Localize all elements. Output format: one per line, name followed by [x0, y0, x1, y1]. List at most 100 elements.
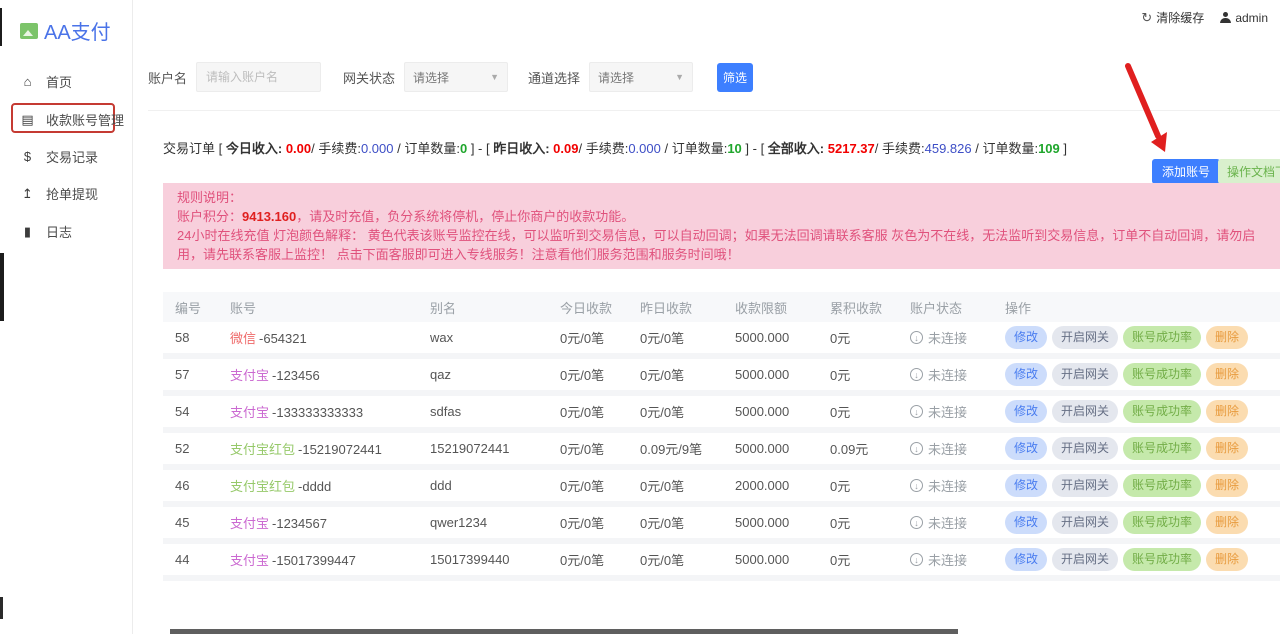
cell-limit: 5000.000	[723, 441, 818, 456]
accounts-table: 编号 账号 别名 今日收款 昨日收款 收款限额 累积收款 账户状态 操作 58 …	[163, 292, 1280, 581]
filter-submit-button[interactable]: 筛选	[717, 63, 753, 92]
cell-total: 0元	[818, 550, 898, 569]
account-type: 微信	[230, 331, 256, 346]
edit-button[interactable]: 修改	[1005, 363, 1047, 386]
edit-button[interactable]: 修改	[1005, 437, 1047, 460]
channel-select[interactable]: 请选择 ▼	[589, 62, 693, 92]
gateway-status-label: 网关状态	[343, 68, 395, 87]
delete-button[interactable]: 删除	[1206, 363, 1248, 386]
delete-button[interactable]: 删除	[1206, 326, 1248, 349]
open-gateway-button[interactable]: 开启网关	[1052, 363, 1118, 386]
success-rate-button[interactable]: 账号成功率	[1123, 474, 1201, 497]
sidebar-item-label: 日志	[46, 222, 72, 241]
cell-actions: 修改开启网关账号成功率删除	[993, 437, 1280, 460]
doc-download-button[interactable]: 操作文档下载	[1218, 159, 1280, 184]
account-type: 支付宝红包	[230, 479, 295, 494]
today-fee-value: 0.000	[361, 141, 394, 156]
open-gateway-button[interactable]: 开启网关	[1052, 474, 1118, 497]
cell-id: 46	[163, 478, 218, 493]
total-income-label: 全部收入:	[768, 141, 824, 156]
scan-artifact	[0, 8, 2, 46]
cell-alias: sdfas	[418, 404, 548, 419]
account-number: -15017399447	[272, 553, 356, 568]
cell-yesterday: 0元/0笔	[628, 513, 723, 532]
chevron-down-icon: ▼	[675, 72, 684, 82]
success-rate-button[interactable]: 账号成功率	[1123, 511, 1201, 534]
yesterday-count-value: 10	[727, 141, 741, 156]
clear-cache-button[interactable]: ↻ 清除缓存	[1141, 9, 1204, 26]
open-gateway-button[interactable]: 开启网关	[1052, 511, 1118, 534]
rules-notice: 规则说明： 账户积分：9413.160，请及时充值，负分系统将停机，停止你商户的…	[163, 183, 1280, 269]
cell-total: 0元	[818, 402, 898, 421]
account-type: 支付宝红包	[230, 442, 295, 457]
refresh-icon: ↻	[1141, 10, 1152, 26]
open-gateway-button[interactable]: 开启网关	[1052, 400, 1118, 423]
cell-status: ↓未连接	[898, 402, 993, 421]
cell-total: 0元	[818, 365, 898, 384]
open-gateway-button[interactable]: 开启网关	[1052, 437, 1118, 460]
card-list-icon: ▤	[20, 112, 35, 128]
gateway-status-select[interactable]: 请选择 ▼	[404, 62, 508, 92]
delete-button[interactable]: 删除	[1206, 437, 1248, 460]
brand-logo-icon	[20, 23, 38, 39]
user-menu[interactable]: admin	[1220, 11, 1268, 25]
cell-today: 0元/0笔	[548, 476, 628, 495]
cell-id: 52	[163, 441, 218, 456]
sidebar-item-account-mgmt[interactable]: ▤ 收款账号管理	[20, 110, 124, 129]
success-rate-button[interactable]: 账号成功率	[1123, 548, 1201, 571]
add-account-button[interactable]: 添加账号	[1152, 159, 1220, 184]
cell-actions: 修改开启网关账号成功率删除	[993, 511, 1280, 534]
account-name-input[interactable]	[196, 62, 321, 92]
brand-logo[interactable]: AA支付	[20, 16, 111, 45]
open-gateway-button[interactable]: 开启网关	[1052, 548, 1118, 571]
edit-button[interactable]: 修改	[1005, 511, 1047, 534]
channel-select-value: 请选择	[598, 69, 634, 86]
sidebar-item-transactions[interactable]: $ 交易记录	[20, 147, 98, 166]
cell-yesterday: 0元/0笔	[628, 402, 723, 421]
sidebar-item-label: 首页	[46, 72, 72, 91]
success-rate-button[interactable]: 账号成功率	[1123, 363, 1201, 386]
account-type: 支付宝	[230, 516, 269, 531]
cell-alias: wax	[418, 330, 548, 345]
cell-account: 支付宝-123456	[218, 365, 418, 384]
cell-status: ↓未连接	[898, 476, 993, 495]
delete-button[interactable]: 删除	[1206, 548, 1248, 571]
delete-button[interactable]: 删除	[1206, 474, 1248, 497]
disconnected-icon: ↓	[910, 442, 923, 455]
app-window: AA支付 ⌂ 首页 ▤ 收款账号管理 $ 交易记录 ↥ 抢单提现 ▮ 日志 ↻ …	[0, 0, 1280, 634]
col-account: 账号	[218, 298, 418, 317]
sidebar-item-withdraw[interactable]: ↥ 抢单提现	[20, 184, 98, 203]
total-income-value: 5217.37	[828, 141, 875, 156]
account-number: -dddd	[298, 479, 331, 494]
cell-status: ↓未连接	[898, 513, 993, 532]
success-rate-button[interactable]: 账号成功率	[1123, 400, 1201, 423]
col-alias: 别名	[418, 298, 548, 317]
edit-button[interactable]: 修改	[1005, 400, 1047, 423]
delete-button[interactable]: 删除	[1206, 400, 1248, 423]
delete-button[interactable]: 删除	[1206, 511, 1248, 534]
success-rate-button[interactable]: 账号成功率	[1123, 437, 1201, 460]
gateway-status-value: 请选择	[413, 69, 449, 86]
cell-limit: 5000.000	[723, 515, 818, 530]
status-label: 未连接	[928, 550, 967, 569]
sidebar-item-logs[interactable]: ▮ 日志	[20, 222, 72, 241]
sidebar: AA支付 ⌂ 首页 ▤ 收款账号管理 $ 交易记录 ↥ 抢单提现 ▮ 日志	[0, 0, 133, 634]
status-label: 未连接	[928, 476, 967, 495]
success-rate-button[interactable]: 账号成功率	[1123, 326, 1201, 349]
cell-today: 0元/0笔	[548, 439, 628, 458]
account-type: 支付宝	[230, 368, 269, 383]
cell-id: 44	[163, 552, 218, 567]
yesterday-income-value: 0.09	[553, 141, 578, 156]
stats-bar: 交易订单 [ 今日收入: 0.00/ 手续费:0.000 / 订单数量:0 ] …	[163, 138, 1067, 157]
sidebar-item-home[interactable]: ⌂ 首页	[20, 72, 72, 91]
edit-button[interactable]: 修改	[1005, 548, 1047, 571]
total-count-value: 109	[1038, 141, 1060, 156]
table-row: 52 支付宝红包-15219072441 15219072441 0元/0笔 0…	[163, 433, 1280, 470]
notice-credit-line: 账户积分：9413.160，请及时充值，负分系统将停机，停止你商户的收款功能。	[177, 207, 1266, 226]
clear-cache-label: 清除缓存	[1156, 9, 1204, 26]
cell-yesterday: 0元/0笔	[628, 328, 723, 347]
edit-button[interactable]: 修改	[1005, 326, 1047, 349]
edit-button[interactable]: 修改	[1005, 474, 1047, 497]
cell-limit: 5000.000	[723, 330, 818, 345]
open-gateway-button[interactable]: 开启网关	[1052, 326, 1118, 349]
